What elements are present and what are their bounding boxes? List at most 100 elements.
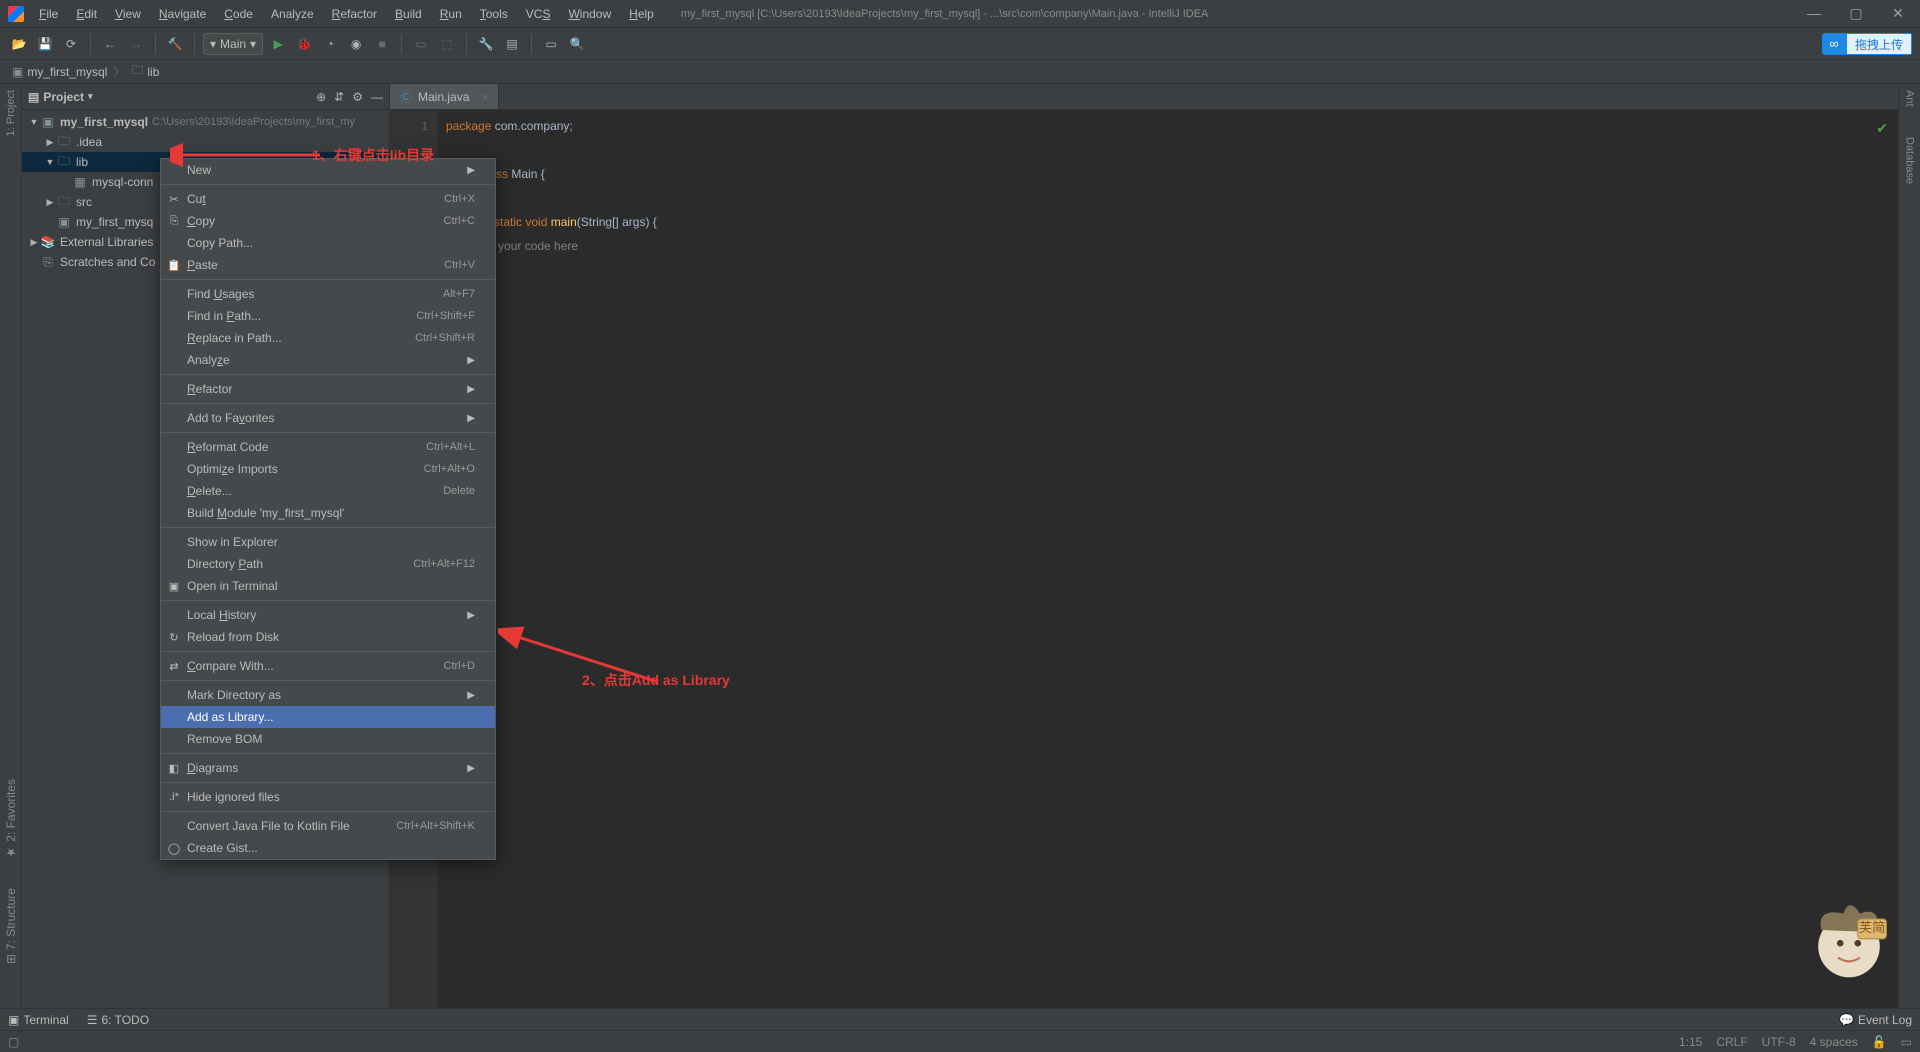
- menu-item-analyze[interactable]: Analyze▶: [161, 349, 495, 371]
- menu-view[interactable]: View: [108, 4, 148, 24]
- maximize-icon[interactable]: ▢: [1842, 5, 1870, 22]
- sync-icon[interactable]: ⟳: [60, 33, 82, 55]
- menu-item-hide-ignored-files[interactable]: .i*Hide ignored files: [161, 786, 495, 808]
- hide-icon[interactable]: —: [371, 90, 383, 104]
- menu-help[interactable]: Help: [622, 4, 661, 24]
- tool-tab-ant[interactable]: Ant: [1904, 90, 1916, 107]
- menu-item-optimize-imports[interactable]: Optimize ImportsCtrl+Alt+O: [161, 458, 495, 480]
- search-everywhere-icon[interactable]: 🔍: [566, 33, 588, 55]
- project-structure-icon[interactable]: ▤: [501, 33, 523, 55]
- menu-item-convert-java-file-to-kotlin-file[interactable]: Convert Java File to Kotlin FileCtrl+Alt…: [161, 815, 495, 837]
- menu-item-find-usages[interactable]: Find UsagesAlt+F7: [161, 283, 495, 305]
- actions-icon[interactable]: ▭: [540, 33, 562, 55]
- debug-icon[interactable]: 🐞: [293, 33, 315, 55]
- breadcrumb-lib[interactable]: 🗀lib: [127, 61, 163, 82]
- tree-twisty-icon[interactable]: ▶: [28, 237, 40, 248]
- menu-separator: [161, 680, 495, 681]
- save-all-icon[interactable]: 💾: [34, 33, 56, 55]
- menu-item-build-module-my-first-mysql[interactable]: Build Module 'my_first_mysql': [161, 502, 495, 524]
- menu-item-reformat-code[interactable]: Reformat CodeCtrl+Alt+L: [161, 436, 495, 458]
- menu-run[interactable]: Run: [433, 4, 469, 24]
- menu-item-open-in-terminal[interactable]: ▣Open in Terminal: [161, 575, 495, 597]
- menu-item-add-to-favorites[interactable]: Add to Favorites▶: [161, 407, 495, 429]
- indent-label[interactable]: 4 spaces: [1810, 1035, 1858, 1049]
- menu-item-find-in-path[interactable]: Find in Path...Ctrl+Shift+F: [161, 305, 495, 327]
- coverage-icon[interactable]: ◔: [319, 33, 341, 55]
- menu-file[interactable]: File: [32, 4, 65, 24]
- tree-twisty-icon[interactable]: ▶: [44, 197, 56, 208]
- breadcrumb-my_first_mysql[interactable]: ▣my_first_mysql: [8, 65, 111, 79]
- tool-tab-database[interactable]: Database: [1904, 137, 1916, 184]
- context-menu[interactable]: New▶✂CutCtrl+X⎘CopyCtrl+CCopy Path...📋Pa…: [160, 158, 496, 860]
- tab-close-icon[interactable]: ×: [481, 90, 488, 104]
- tab-main-java[interactable]: Ⓒ Main.java ×: [390, 84, 499, 109]
- readonly-icon[interactable]: 🔓: [1872, 1035, 1887, 1049]
- avd-icon[interactable]: ▭: [410, 33, 432, 55]
- tree-twisty-icon[interactable]: ▼: [44, 157, 56, 167]
- iml-icon: ▣: [56, 215, 72, 229]
- run-icon[interactable]: ▶: [267, 33, 289, 55]
- menu-item-replace-in-path[interactable]: Replace in Path...Ctrl+Shift+R: [161, 327, 495, 349]
- stop-icon[interactable]: ■: [371, 33, 393, 55]
- file-encoding[interactable]: UTF-8: [1762, 1035, 1796, 1049]
- menu-item-diagrams[interactable]: ◧Diagrams▶: [161, 757, 495, 779]
- menu-analyze[interactable]: Analyze: [264, 4, 321, 24]
- run-config-selector[interactable]: ▾ Main ▾: [203, 33, 263, 55]
- tool-tab-structure[interactable]: ⊞7: Structure: [4, 888, 18, 964]
- settings-icon[interactable]: 🔧: [475, 33, 497, 55]
- menu-separator: [161, 279, 495, 280]
- tool-tab-event-log[interactable]: 💬 Event Log: [1839, 1013, 1912, 1027]
- menu-edit[interactable]: Edit: [69, 4, 104, 24]
- menu-item-paste[interactable]: 📋PasteCtrl+V: [161, 254, 495, 276]
- profile-icon[interactable]: ◉: [345, 33, 367, 55]
- tree-twisty-icon[interactable]: ▶: [44, 137, 56, 148]
- project-view-selector[interactable]: ▤ Project ▾: [28, 90, 93, 104]
- tool-tab-project[interactable]: 1: Project: [5, 90, 17, 136]
- menu-item-directory-path[interactable]: Directory PathCtrl+Alt+F12: [161, 553, 495, 575]
- back-icon[interactable]: ←: [99, 33, 121, 55]
- code-editor[interactable]: 1 package com.company; public class Main…: [390, 110, 1898, 1008]
- menu-item-add-as-library[interactable]: Add as Library...: [161, 706, 495, 728]
- menu-item-local-history[interactable]: Local History▶: [161, 604, 495, 626]
- menu-item-reload-from-disk[interactable]: ↻Reload from Disk: [161, 626, 495, 648]
- menu-item-copy-path[interactable]: Copy Path...: [161, 232, 495, 254]
- menu-item-remove-bom[interactable]: Remove BOM: [161, 728, 495, 750]
- tool-tab-todo[interactable]: ☰ 6: TODO: [87, 1013, 149, 1027]
- build-icon[interactable]: 🔨: [164, 33, 186, 55]
- menu-shortcut: Ctrl+Shift+R: [415, 332, 475, 344]
- tool-windows-icon[interactable]: ▢: [8, 1035, 19, 1049]
- menu-item-show-in-explorer[interactable]: Show in Explorer: [161, 531, 495, 553]
- forward-icon[interactable]: →: [125, 33, 147, 55]
- expand-icon[interactable]: ⇵: [334, 90, 344, 104]
- menu-window[interactable]: Window: [561, 4, 618, 24]
- upload-button[interactable]: ∞ 拖拽上传: [1822, 33, 1912, 55]
- menu-item-mark-directory-as[interactable]: Mark Directory as▶: [161, 684, 495, 706]
- inspection-ok-icon[interactable]: ✔: [1876, 116, 1888, 140]
- menu-item-cut[interactable]: ✂CutCtrl+X: [161, 188, 495, 210]
- caret-position[interactable]: 1:15: [1679, 1035, 1702, 1049]
- open-icon[interactable]: 📂: [8, 33, 30, 55]
- menu-item-create-gist[interactable]: ◯Create Gist...: [161, 837, 495, 859]
- tree-item-my-first-mysql[interactable]: ▼▣my_first_mysqlC:\Users\20193\IdeaProje…: [22, 112, 389, 132]
- menu-code[interactable]: Code: [217, 4, 260, 24]
- sdk-icon[interactable]: ⬚: [436, 33, 458, 55]
- minimize-icon[interactable]: —: [1800, 5, 1828, 22]
- menu-refactor[interactable]: Refactor: [325, 4, 384, 24]
- menu-build[interactable]: Build: [388, 4, 429, 24]
- tree-twisty-icon[interactable]: ▼: [28, 117, 40, 127]
- tool-tab-terminal[interactable]: ▣ Terminal: [8, 1013, 69, 1027]
- gear-icon[interactable]: ⚙: [352, 90, 363, 104]
- menu-tools[interactable]: Tools: [473, 4, 515, 24]
- locate-icon[interactable]: ⊕: [316, 90, 326, 104]
- menu-item-delete[interactable]: Delete...Delete: [161, 480, 495, 502]
- menu-vcs[interactable]: VCS: [519, 4, 558, 24]
- line-separator[interactable]: CRLF: [1716, 1035, 1747, 1049]
- menu-item-compare-with[interactable]: ⇄Compare With...Ctrl+D: [161, 655, 495, 677]
- menu-navigate[interactable]: Navigate: [152, 4, 213, 24]
- memory-icon[interactable]: ▭: [1901, 1035, 1912, 1049]
- menu-item-label: Copy: [187, 214, 215, 228]
- close-icon[interactable]: ✕: [1884, 5, 1912, 22]
- menu-item-copy[interactable]: ⎘CopyCtrl+C: [161, 210, 495, 232]
- tool-tab-favorites[interactable]: ★2: Favorites: [4, 779, 18, 860]
- menu-item-refactor[interactable]: Refactor▶: [161, 378, 495, 400]
